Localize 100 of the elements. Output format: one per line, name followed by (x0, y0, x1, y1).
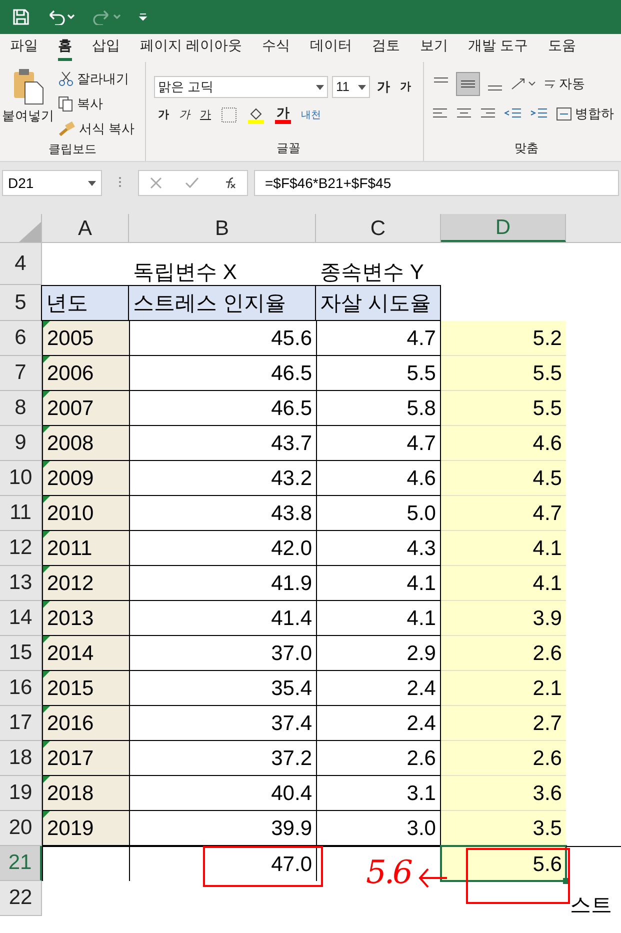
column-header[interactable]: B (129, 214, 316, 242)
ribbon-tab[interactable]: 개발 도구 (468, 35, 528, 61)
row-header[interactable]: 13 (0, 566, 42, 601)
table-cell: 43.2 (129, 461, 316, 496)
table-cell: 4.1 (441, 531, 566, 566)
fill-color-icon[interactable] (247, 106, 265, 124)
row-header[interactable]: 15 (0, 636, 42, 671)
group-label: 맞춤 (514, 140, 538, 157)
paste-button[interactable]: 붙여넣기 (4, 68, 52, 140)
border-icon[interactable] (221, 107, 237, 123)
table-cell: 2018 (42, 776, 129, 811)
row-header[interactable]: 9 (0, 426, 42, 461)
font-name-field[interactable]: 맑은 고딕 (154, 76, 328, 98)
table-cell: 5.5 (441, 391, 566, 426)
table-cell: 자살 시도율 (315, 285, 441, 321)
table-cell: 4.5 (441, 461, 566, 496)
shrink-font-button[interactable]: 가 (397, 78, 414, 96)
row-header[interactable]: 8 (0, 391, 42, 426)
scissors-icon (58, 71, 74, 87)
row-header[interactable]: 21 (0, 846, 42, 881)
row-header[interactable]: 11 (0, 496, 42, 531)
table-cell-text: 스트 (569, 893, 613, 916)
table-cell: 4.6 (441, 426, 566, 461)
table-cell: 40.4 (129, 776, 316, 811)
row-header[interactable]: 10 (0, 461, 42, 496)
column-header[interactable]: D (441, 214, 566, 242)
dropdown-icon (88, 180, 96, 186)
cut-button[interactable]: 잘라내기 (58, 68, 135, 90)
table-cell: 2012 (42, 566, 129, 601)
underline-button[interactable]: 가 (200, 106, 211, 124)
table-cell: 5.2 (441, 321, 566, 356)
table-cell: 2.1 (441, 671, 566, 706)
wrap-text-button[interactable]: 자동 (544, 74, 585, 94)
table-cell: 47.0 (129, 846, 316, 881)
table-cell: 42.0 (129, 531, 316, 566)
ribbon-tab[interactable]: 도움 (548, 35, 576, 61)
format-painter-button[interactable]: 서식 복사 (58, 118, 135, 140)
formula-field[interactable]: =$F$46*B21+$F$45 (254, 170, 619, 196)
arrow-icon (418, 866, 448, 890)
table-cell: 5.5 (441, 356, 566, 391)
table-cell: 37.2 (129, 741, 316, 776)
table-cell: 46.5 (129, 391, 316, 426)
copy-icon (58, 96, 74, 112)
ribbon-tab[interactable]: 삽입 (92, 35, 120, 61)
table-cell-text: 독립변수 X (132, 260, 238, 285)
row-header[interactable]: 20 (0, 811, 42, 846)
ribbon-tab[interactable]: 페이지 레이아웃 (140, 35, 242, 61)
ribbon-tab[interactable]: 데이터 (310, 35, 352, 61)
row-header[interactable]: 18 (0, 741, 42, 776)
table-cell: 45.6 (129, 321, 316, 356)
table-cell-text: 종속변수 Y (319, 260, 425, 285)
table-cell: 2007 (42, 391, 129, 426)
copy-button[interactable]: 복사 (58, 93, 135, 115)
formula-text: =$F$46*B21+$F$45 (265, 174, 392, 192)
font-color-button[interactable]: 가 (275, 106, 291, 124)
table-cell: 2009 (42, 461, 129, 496)
ribbon-tab[interactable]: 파일 (10, 35, 38, 61)
row-header[interactable]: 19 (0, 776, 42, 811)
row-header[interactable]: 14 (0, 601, 42, 636)
table-cell: 2.6 (441, 636, 566, 671)
group-label: 글꼴 (276, 140, 300, 157)
font-size-field[interactable]: 11 (332, 76, 370, 98)
row-header[interactable]: 4 (0, 243, 42, 285)
table-cell: 2014 (42, 636, 129, 671)
customize-icon[interactable] (138, 12, 148, 22)
table-cell: 2010 (42, 496, 129, 531)
save-icon[interactable] (12, 8, 30, 26)
grow-font-button[interactable]: 가 (374, 77, 393, 97)
italic-button[interactable]: 가 (179, 106, 190, 124)
table-cell: 2008 (42, 426, 129, 461)
handwritten-note: 5.6 (366, 856, 411, 888)
ribbon-tab[interactable]: 수식 (262, 35, 290, 61)
table-cell: 39.9 (129, 811, 316, 846)
row-header[interactable]: 6 (0, 321, 42, 356)
align-middle-icon[interactable] (456, 72, 480, 96)
table-cell: 2.6 (441, 741, 566, 776)
table-cell: 3.6 (441, 776, 566, 811)
row-header[interactable]: 22 (0, 881, 42, 916)
group-label: 클립보드 (48, 141, 96, 158)
dropdown-icon (316, 84, 324, 90)
name-box[interactable]: D21 (2, 170, 102, 196)
dropdown-icon (358, 84, 366, 90)
row-header[interactable]: 7 (0, 356, 42, 391)
table-cell: 2016 (42, 706, 129, 741)
table-cell: 스트레스 인지율 (128, 285, 316, 321)
color-bar-icon (275, 120, 291, 124)
row-header[interactable]: 16 (0, 671, 42, 706)
row-header[interactable]: 12 (0, 531, 42, 566)
merge-button[interactable]: 병합하 (556, 104, 614, 124)
row-header[interactable]: 17 (0, 706, 42, 741)
table-cell: 년도 (41, 285, 129, 321)
bold-button[interactable]: 가 (158, 106, 169, 124)
column-header[interactable]: A (42, 214, 129, 242)
table-cell: 37.0 (129, 636, 316, 671)
ribbon-tab[interactable]: 보기 (420, 35, 448, 61)
table-cell: 2013 (42, 601, 129, 636)
table-cell: 3.9 (441, 601, 566, 636)
row-header[interactable]: 5 (0, 285, 42, 321)
table-cell: 4.1 (441, 566, 566, 601)
ribbon-tab[interactable]: 검토 (372, 35, 400, 61)
